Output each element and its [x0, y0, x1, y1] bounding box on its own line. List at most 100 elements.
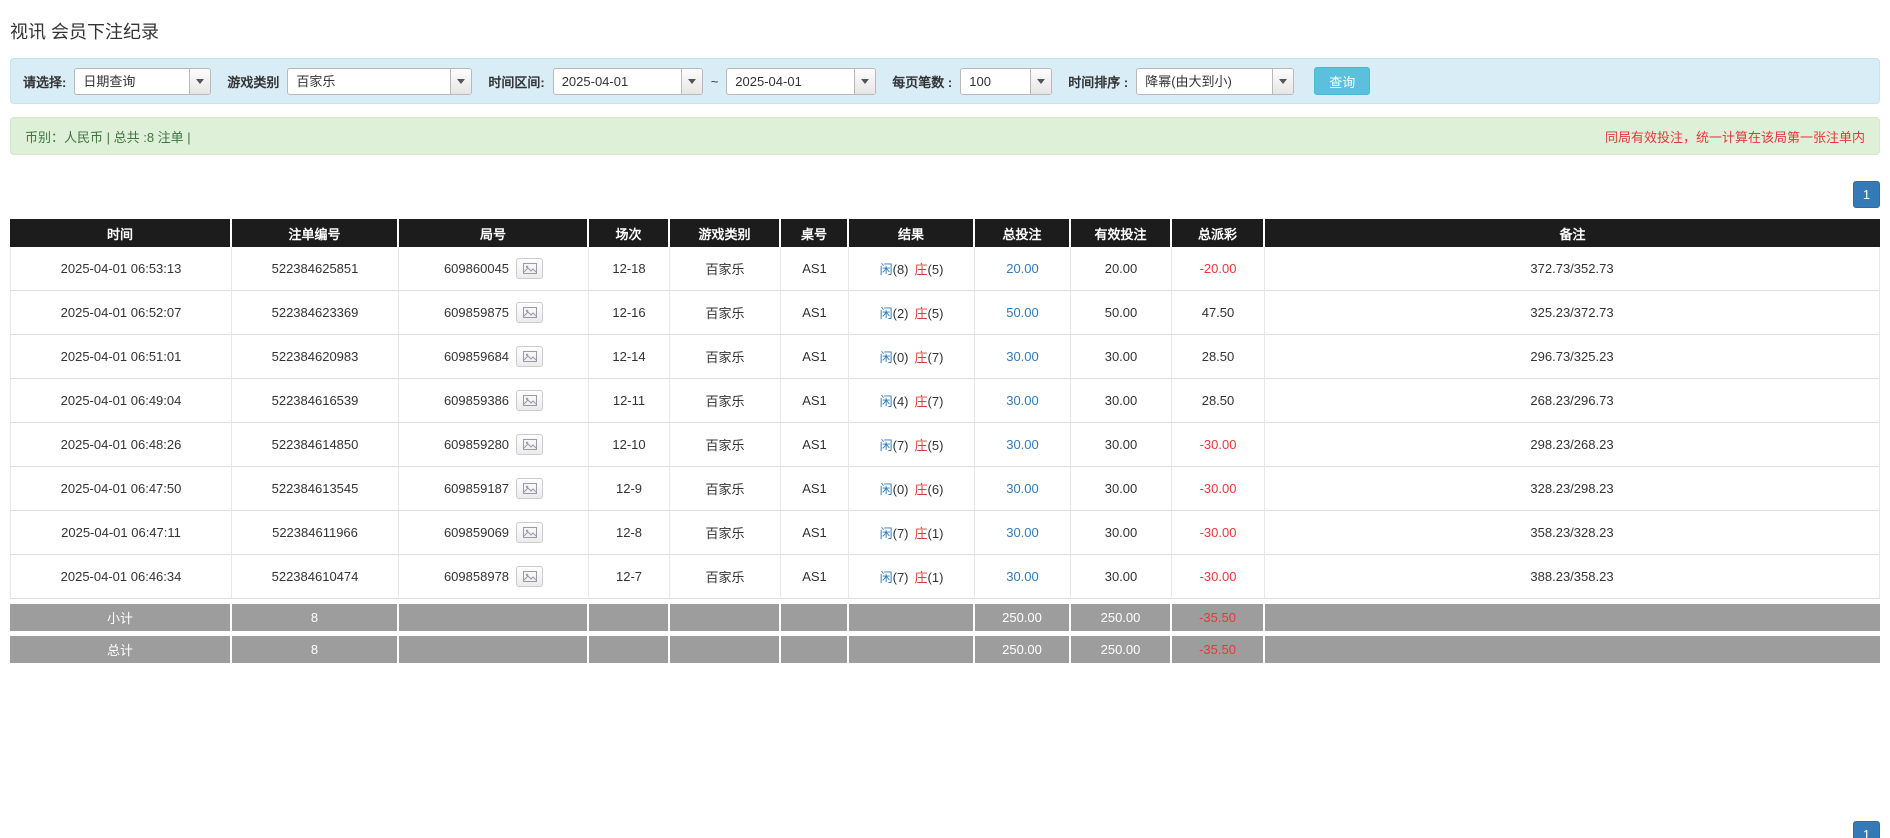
summary-notice: 同局有效投注，统一计算在该局第一张注单内 — [1604, 129, 1865, 145]
header-result: 结果 — [849, 219, 975, 247]
page-size-select[interactable]: 100 — [960, 67, 1053, 95]
cell-total-bet[interactable]: 30.00 — [975, 511, 1071, 555]
cell-table-no: AS1 — [781, 467, 849, 511]
total-label: 总计 — [10, 636, 232, 663]
cell-total-bet[interactable]: 30.00 — [975, 555, 1071, 599]
cell-total-bet[interactable]: 30.00 — [975, 467, 1071, 511]
cell-result: 闲(7) 庄(1) — [849, 511, 975, 555]
sort-order-value: 降幂(由大到小) — [1145, 73, 1232, 89]
header-game-type: 游戏类别 — [670, 219, 781, 247]
pagination-top: 1 — [10, 181, 1880, 208]
round-id: 609859875 — [443, 305, 510, 320]
cell-note: 296.73/325.23 — [1265, 335, 1880, 379]
cell-payout: -30.00 — [1172, 423, 1265, 467]
cell-bet-id: 522384611966 — [232, 511, 399, 555]
cell-payout: -30.00 — [1172, 467, 1265, 511]
cell-session: 12-11 — [589, 379, 670, 423]
cell-session: 12-16 — [589, 291, 670, 335]
player-result: 闲 — [879, 438, 893, 453]
header-note: 备注 — [1265, 219, 1880, 247]
cell-round: 609859069 — [399, 511, 589, 555]
page-1-button[interactable]: 1 — [1853, 181, 1880, 208]
round-result-icon[interactable] — [516, 478, 544, 499]
game-type-select[interactable]: 百家乐 — [287, 67, 473, 95]
header-table-no: 桌号 — [781, 219, 849, 247]
query-type-label: 请选择: — [23, 74, 67, 90]
cell-game-type: 百家乐 — [670, 511, 781, 555]
header-total-bet: 总投注 — [975, 219, 1071, 247]
banker-result: 庄 — [914, 482, 928, 497]
subtotal-label: 小计 — [10, 604, 232, 631]
search-button[interactable]: 查询 — [1314, 67, 1371, 95]
cell-bet-id: 522384616539 — [232, 379, 399, 423]
round-result-icon[interactable] — [516, 390, 544, 411]
cell-bet-id: 522384623369 — [232, 291, 399, 335]
round-id: 609860045 — [443, 261, 510, 276]
cell-result: 闲(7) 庄(1) — [849, 555, 975, 599]
cell-payout: 28.50 — [1172, 379, 1265, 423]
round-id: 609858978 — [443, 569, 510, 584]
round-result-icon[interactable] — [516, 522, 544, 543]
page-1-button[interactable]: 1 — [1853, 821, 1880, 838]
pagination-bottom: 1 — [10, 821, 1880, 838]
cell-round: 609859386 — [399, 379, 589, 423]
subtotal-total-bet: 250.00 — [975, 604, 1071, 631]
date-from-value: 2025-04-01 — [561, 73, 629, 89]
chevron-down-icon[interactable] — [680, 68, 702, 94]
date-from-select[interactable]: 2025-04-01 — [552, 67, 703, 95]
header-payout: 总派彩 — [1172, 219, 1265, 247]
cell-result: 闲(0) 庄(7) — [849, 335, 975, 379]
cell-game-type: 百家乐 — [670, 335, 781, 379]
chevron-down-icon[interactable] — [1272, 68, 1294, 94]
date-to-select[interactable]: 2025-04-01 — [726, 67, 877, 95]
game-type-value: 百家乐 — [296, 73, 336, 89]
chevron-down-icon[interactable] — [189, 68, 211, 94]
cell-total-bet[interactable]: 20.00 — [975, 247, 1071, 291]
cell-payout: -30.00 — [1172, 555, 1265, 599]
cell-round: 609859187 — [399, 467, 589, 511]
chevron-down-icon[interactable] — [1030, 68, 1052, 94]
table-row: 2025-04-01 06:46:34 522384610474 6098589… — [10, 555, 1880, 599]
date-to-value: 2025-04-01 — [735, 73, 802, 89]
round-result-icon[interactable] — [516, 434, 544, 455]
cell-game-type: 百家乐 — [670, 423, 781, 467]
filter-bar: 请选择: 日期查询 游戏类别 百家乐 时间区间: 2025-04-01 ~ 20… — [10, 58, 1880, 104]
banker-result: 庄 — [914, 350, 928, 365]
cell-note: 358.23/328.23 — [1265, 511, 1880, 555]
round-result-icon[interactable] — [516, 346, 544, 367]
sort-order-select[interactable]: 降幂(由大到小) — [1136, 67, 1295, 95]
cell-time: 2025-04-01 06:48:26 — [10, 423, 232, 467]
round-result-icon[interactable] — [516, 302, 544, 323]
cell-game-type: 百家乐 — [670, 379, 781, 423]
game-type-label: 游戏类别 — [227, 74, 280, 90]
total-row: 总计 8 250.00 250.00 -35.50 — [10, 636, 1880, 663]
cell-time: 2025-04-01 06:46:34 — [10, 555, 232, 599]
cell-bet-id: 522384613545 — [232, 467, 399, 511]
cell-total-bet[interactable]: 50.00 — [975, 291, 1071, 335]
round-id: 609859386 — [443, 393, 510, 408]
round-result-icon[interactable] — [516, 258, 544, 279]
date-range-separator: ~ — [710, 73, 719, 89]
cell-payout: 47.50 — [1172, 291, 1265, 335]
cell-note: 388.23/358.23 — [1265, 555, 1880, 599]
cell-game-type: 百家乐 — [670, 247, 781, 291]
subtotal-count: 8 — [232, 604, 399, 631]
round-result-icon[interactable] — [516, 566, 544, 587]
chevron-down-icon[interactable] — [854, 68, 876, 94]
summary-bar: 币别：人民币 | 总共 :8 注单 | 同局有效投注，统一计算在该局第一张注单内 — [10, 117, 1880, 155]
chevron-down-icon[interactable] — [450, 68, 472, 94]
header-session: 场次 — [589, 219, 670, 247]
cell-note: 268.23/296.73 — [1265, 379, 1880, 423]
banker-result: 庄 — [914, 306, 928, 321]
cell-total-bet[interactable]: 30.00 — [975, 423, 1071, 467]
cell-game-type: 百家乐 — [670, 467, 781, 511]
cell-total-bet[interactable]: 30.00 — [975, 379, 1071, 423]
cell-valid-bet: 50.00 — [1071, 291, 1172, 335]
table-row: 2025-04-01 06:53:13 522384625851 6098600… — [10, 247, 1880, 291]
cell-time: 2025-04-01 06:51:01 — [10, 335, 232, 379]
query-type-select[interactable]: 日期查询 — [74, 67, 212, 95]
cell-total-bet[interactable]: 30.00 — [975, 335, 1071, 379]
cell-result: 闲(7) 庄(5) — [849, 423, 975, 467]
cell-note: 325.23/372.73 — [1265, 291, 1880, 335]
cell-valid-bet: 30.00 — [1071, 511, 1172, 555]
